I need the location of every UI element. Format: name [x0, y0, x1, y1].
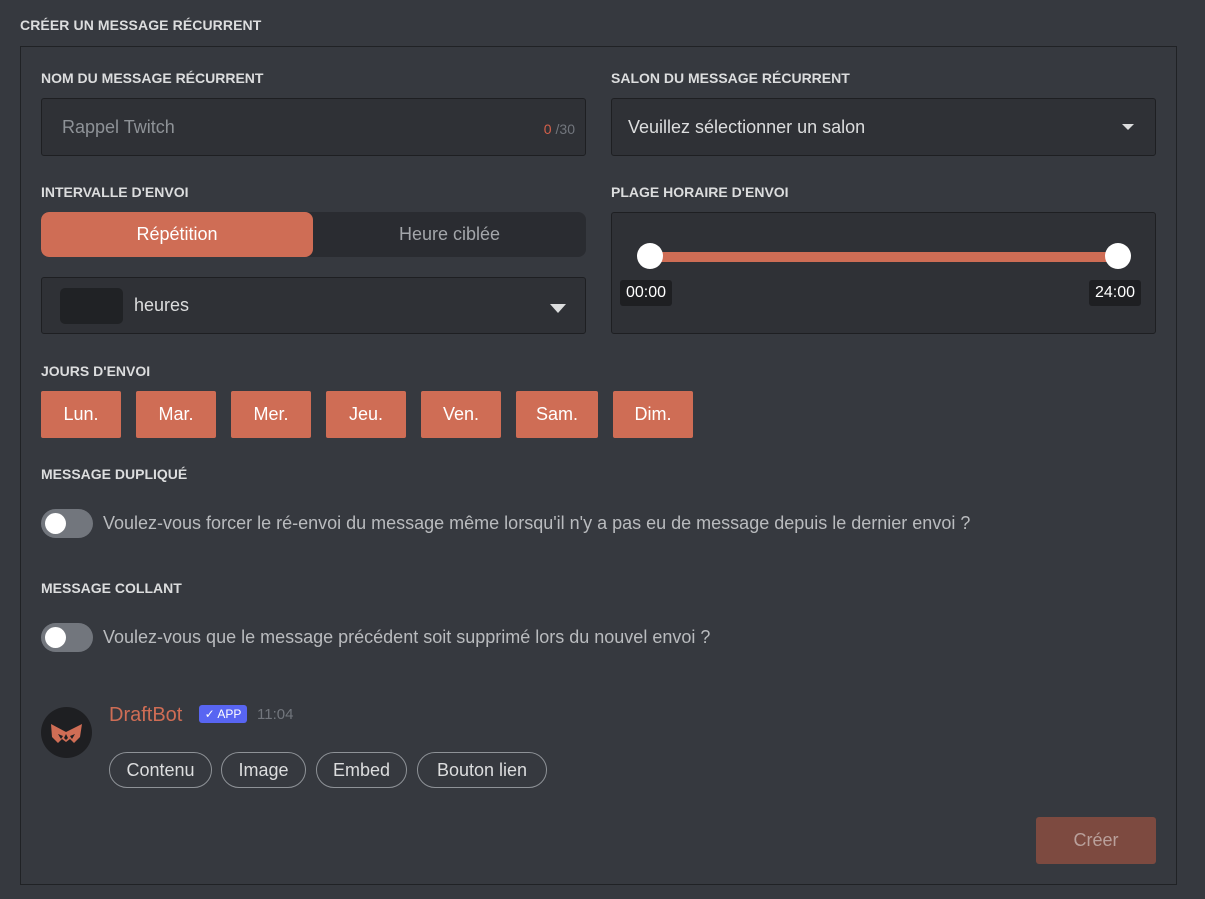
caret-down-icon [1122, 124, 1134, 130]
end-time-tag: 24:00 [1089, 280, 1142, 306]
tab-heure-ciblee[interactable]: Heure ciblée [313, 212, 586, 257]
start-time-tag: 00:00 [620, 280, 673, 306]
day-button-ven[interactable]: Ven. [421, 391, 501, 438]
time-range-slider: 00:00 24:00 [611, 212, 1156, 334]
bouton-lien-button[interactable]: Bouton lien [417, 752, 547, 788]
caret-down-icon [550, 304, 566, 313]
interval-tabs: Répétition Heure ciblée [41, 212, 586, 257]
salon-field-label: SALON DU MESSAGE RÉCURRENT [611, 70, 850, 86]
day-button-mer[interactable]: Mer. [231, 391, 311, 438]
name-input-placeholder: Rappel Twitch [62, 117, 175, 137]
name-field-label: NOM DU MESSAGE RÉCURRENT [41, 70, 264, 86]
tab-repetition[interactable]: Répétition [41, 212, 313, 257]
duplicate-toggle[interactable] [41, 509, 93, 538]
day-button-mar[interactable]: Mar. [136, 391, 216, 438]
char-count-max: /30 [555, 121, 575, 137]
char-counter: 0/30 [544, 121, 575, 137]
contenu-button[interactable]: Contenu [109, 752, 212, 788]
draftbot-logo-icon [51, 724, 82, 743]
day-button-sam[interactable]: Sam. [516, 391, 598, 438]
interval-number-input[interactable] [60, 288, 123, 324]
bot-avatar [41, 707, 92, 758]
create-button[interactable]: Créer [1036, 817, 1156, 864]
slider-end-handle[interactable] [1105, 243, 1131, 269]
slider-start-handle[interactable] [637, 243, 663, 269]
name-input[interactable]: Rappel Twitch 0/30 [41, 98, 586, 156]
days-label: JOURS D'ENVOI [41, 363, 151, 379]
char-count-current: 0 [543, 121, 552, 137]
app-badge: ✓ APP [199, 705, 247, 723]
time-range-label: PLAGE HORAIRE D'ENVOI [611, 184, 789, 200]
embed-button[interactable]: Embed [316, 752, 407, 788]
toggle-knob [45, 627, 66, 648]
image-button[interactable]: Image [221, 752, 306, 788]
day-button-jeu[interactable]: Jeu. [326, 391, 406, 438]
interval-select[interactable]: heures [41, 277, 586, 334]
message-timestamp: 11:04 [257, 706, 294, 723]
toggle-knob [45, 513, 66, 534]
salon-select-value: Veuillez sélectionner un salon [628, 117, 866, 137]
salon-select[interactable]: Veuillez sélectionner un salon [611, 98, 1156, 156]
sticky-toggle[interactable] [41, 623, 93, 652]
interval-unit: heures [134, 295, 190, 315]
sticky-label: MESSAGE COLLANT [41, 580, 182, 596]
interval-label: INTERVALLE D'ENVOI [41, 184, 189, 200]
duplicate-description: Voulez-vous forcer le ré-envoi du messag… [103, 513, 971, 533]
day-button-dim[interactable]: Dim. [613, 391, 693, 438]
section-title: CRÉER UN MESSAGE RÉCURRENT [20, 17, 262, 33]
sticky-description: Voulez-vous que le message précédent soi… [103, 627, 711, 647]
bot-name: DraftBot [109, 704, 183, 726]
duplicate-label: MESSAGE DUPLIQUÉ [41, 466, 188, 482]
day-button-lun[interactable]: Lun. [41, 391, 121, 438]
slider-track [650, 252, 1118, 262]
